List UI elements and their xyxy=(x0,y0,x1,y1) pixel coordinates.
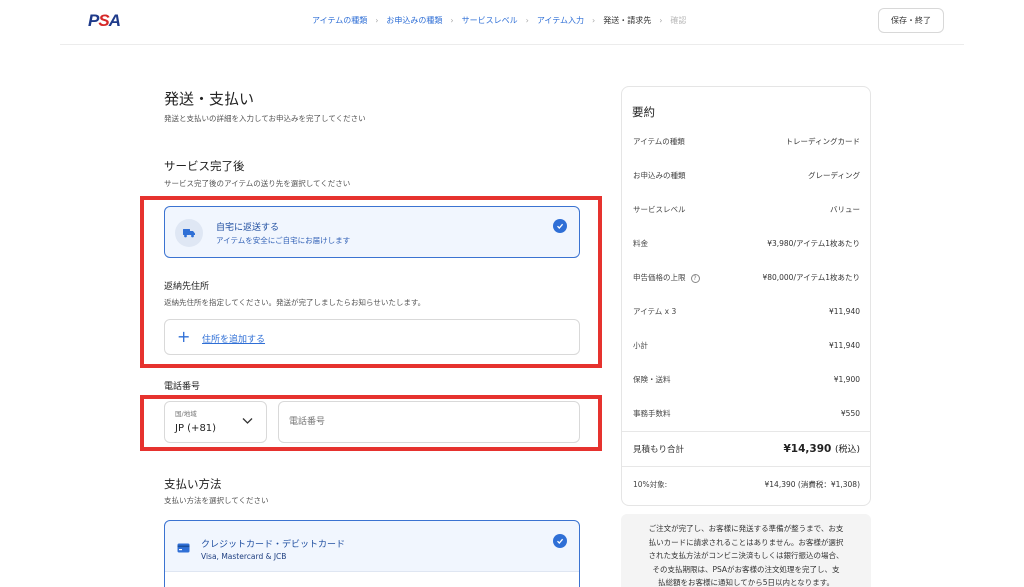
summary-row-label: 申告価格の上限? xyxy=(633,272,700,283)
chevron-right-icon: › xyxy=(525,16,529,25)
summary-row-value: ¥11,940 xyxy=(828,341,860,350)
summary-row-admin-fee: 事務手数料 ¥550 xyxy=(633,408,860,419)
payment-card-details-area xyxy=(165,571,579,587)
chevron-right-icon: › xyxy=(659,16,663,25)
save-and-exit-button[interactable]: 保存・終了 xyxy=(878,8,944,33)
top-header: PSA アイテムの種類 › お申込みの種類 › サービスレベル › アイテム入力… xyxy=(0,0,1024,44)
payment-notice: ご注文が完了し、お客様に発送する準備が整うまで、お支 払いカードに請求されること… xyxy=(621,514,871,587)
psa-logo[interactable]: PSA xyxy=(88,11,121,31)
summary-row-value: バリュー xyxy=(830,205,860,214)
summary-row-label: お申込みの種類 xyxy=(633,171,686,180)
header-divider xyxy=(60,44,964,45)
summary-row-label: 保険・送料 xyxy=(633,375,671,384)
summary-row-label: アイテムの種類 xyxy=(633,137,685,146)
credit-card-option-title: クレジットカード・デビットカード xyxy=(201,540,346,550)
summary-row-application-type: お申込みの種類 グレーディング xyxy=(633,170,860,181)
breadcrumb-item-service-level[interactable]: サービスレベル xyxy=(462,15,518,26)
summary-row-label: サービスレベル xyxy=(633,205,686,214)
summary-row-label: 小計 xyxy=(633,341,648,350)
credit-card-option-subtitle: Visa, Mastercard & JCB xyxy=(201,552,287,561)
summary-row-value: ¥1,900 xyxy=(833,375,860,384)
summary-total-row: 見積もり合計 ¥14,390 (税込) xyxy=(633,442,860,455)
summary-row-service-level: サービスレベル バリュー xyxy=(633,204,860,215)
summary-row-value: グレーディング xyxy=(808,171,860,180)
summary-row-label: 料金 xyxy=(633,239,648,248)
summary-row-insurance-shipping: 保険・送料 ¥1,900 xyxy=(633,374,860,385)
page-subtitle: 発送と支払いの詳細を入力してお申込みを完了してください xyxy=(164,114,366,123)
breadcrumb-item-confirm: 確認 xyxy=(670,16,687,25)
check-circle-icon xyxy=(553,534,567,548)
summary-title: 要約 xyxy=(632,105,655,119)
notice-line: 払総額をお客様に通知してから5日以内となります。 xyxy=(657,578,835,587)
summary-row-declared-value-limit: 申告価格の上限? ¥80,000/アイテム1枚あたり xyxy=(633,272,860,283)
service-section-title: サービス完了後 xyxy=(164,159,245,173)
credit-card-option[interactable]: クレジットカード・デビットカード Visa, Mastercard & JCB xyxy=(164,520,580,587)
breadcrumb: アイテムの種類 › お申込みの種類 › サービスレベル › アイテム入力 › 発… xyxy=(312,15,686,26)
chevron-right-icon: › xyxy=(592,16,596,25)
highlight-box-phone xyxy=(140,395,602,451)
breadcrumb-item-item-entry[interactable]: アイテム入力 xyxy=(537,15,584,26)
chevron-right-icon: › xyxy=(375,16,379,25)
summary-row-label: 事務手数料 xyxy=(633,409,671,418)
credit-card-icon xyxy=(177,543,190,553)
info-icon[interactable]: ? xyxy=(690,273,700,283)
payment-section-title: 支払い方法 xyxy=(164,477,222,491)
notice-line: 払いカードに請求されることはありません。お客様が選択 xyxy=(648,537,844,547)
chevron-right-icon: › xyxy=(450,16,454,25)
highlight-box-address xyxy=(140,196,602,368)
summary-row-value: ¥550 xyxy=(840,409,860,418)
summary-row-value: トレーディングカード xyxy=(785,137,860,146)
total-amount: ¥14,390 (税込) xyxy=(783,443,860,455)
summary-row-value: ¥11,940 xyxy=(828,307,860,316)
notice-line: その支払期限は、PSAがお客様の注文処理を完了し、支 xyxy=(652,564,840,574)
phone-label: 電話番号 xyxy=(164,382,201,392)
summary-row-subtotal: 小計 ¥11,940 xyxy=(633,340,860,351)
summary-divider xyxy=(622,466,870,467)
summary-row-item-type: アイテムの種類 トレーディングカード xyxy=(633,136,860,147)
total-label: 見積もり合計 xyxy=(633,444,685,455)
tax-row-label: 10%対象: xyxy=(633,480,668,489)
service-section-subtitle: サービス完了後のアイテムの送り先を選択してください xyxy=(164,179,351,188)
breadcrumb-item-item-type[interactable]: アイテムの種類 xyxy=(312,15,367,26)
summary-row-fee: 料金 ¥3,980/アイテム1枚あたり xyxy=(633,238,860,249)
breadcrumb-item-shipping-billing: 発送・請求先 xyxy=(603,16,652,25)
breadcrumb-item-application-type[interactable]: お申込みの種類 xyxy=(386,15,442,26)
page-title: 発送・支払い xyxy=(164,90,255,108)
summary-row-items: アイテム x 3 ¥11,940 xyxy=(633,306,860,317)
summary-tax-row: 10%対象: ¥14,390 (消費税：¥1,308) xyxy=(633,479,860,490)
summary-row-value: ¥80,000/アイテム1枚あたり xyxy=(762,273,860,282)
summary-divider xyxy=(622,431,870,432)
tax-row-value: ¥14,390 (消費税：¥1,308) xyxy=(764,480,861,489)
notice-line: された支払方法がコンビニ決済もしくは銀行振込の場合、 xyxy=(648,551,844,560)
summary-row-value: ¥3,980/アイテム1枚あたり xyxy=(767,239,860,248)
payment-section-subtitle: 支払い方法を選択してください xyxy=(164,496,269,505)
notice-line: ご注文が完了し、お客様に発送する準備が整うまで、お支 xyxy=(648,524,844,533)
summary-row-label: アイテム x 3 xyxy=(633,307,677,316)
